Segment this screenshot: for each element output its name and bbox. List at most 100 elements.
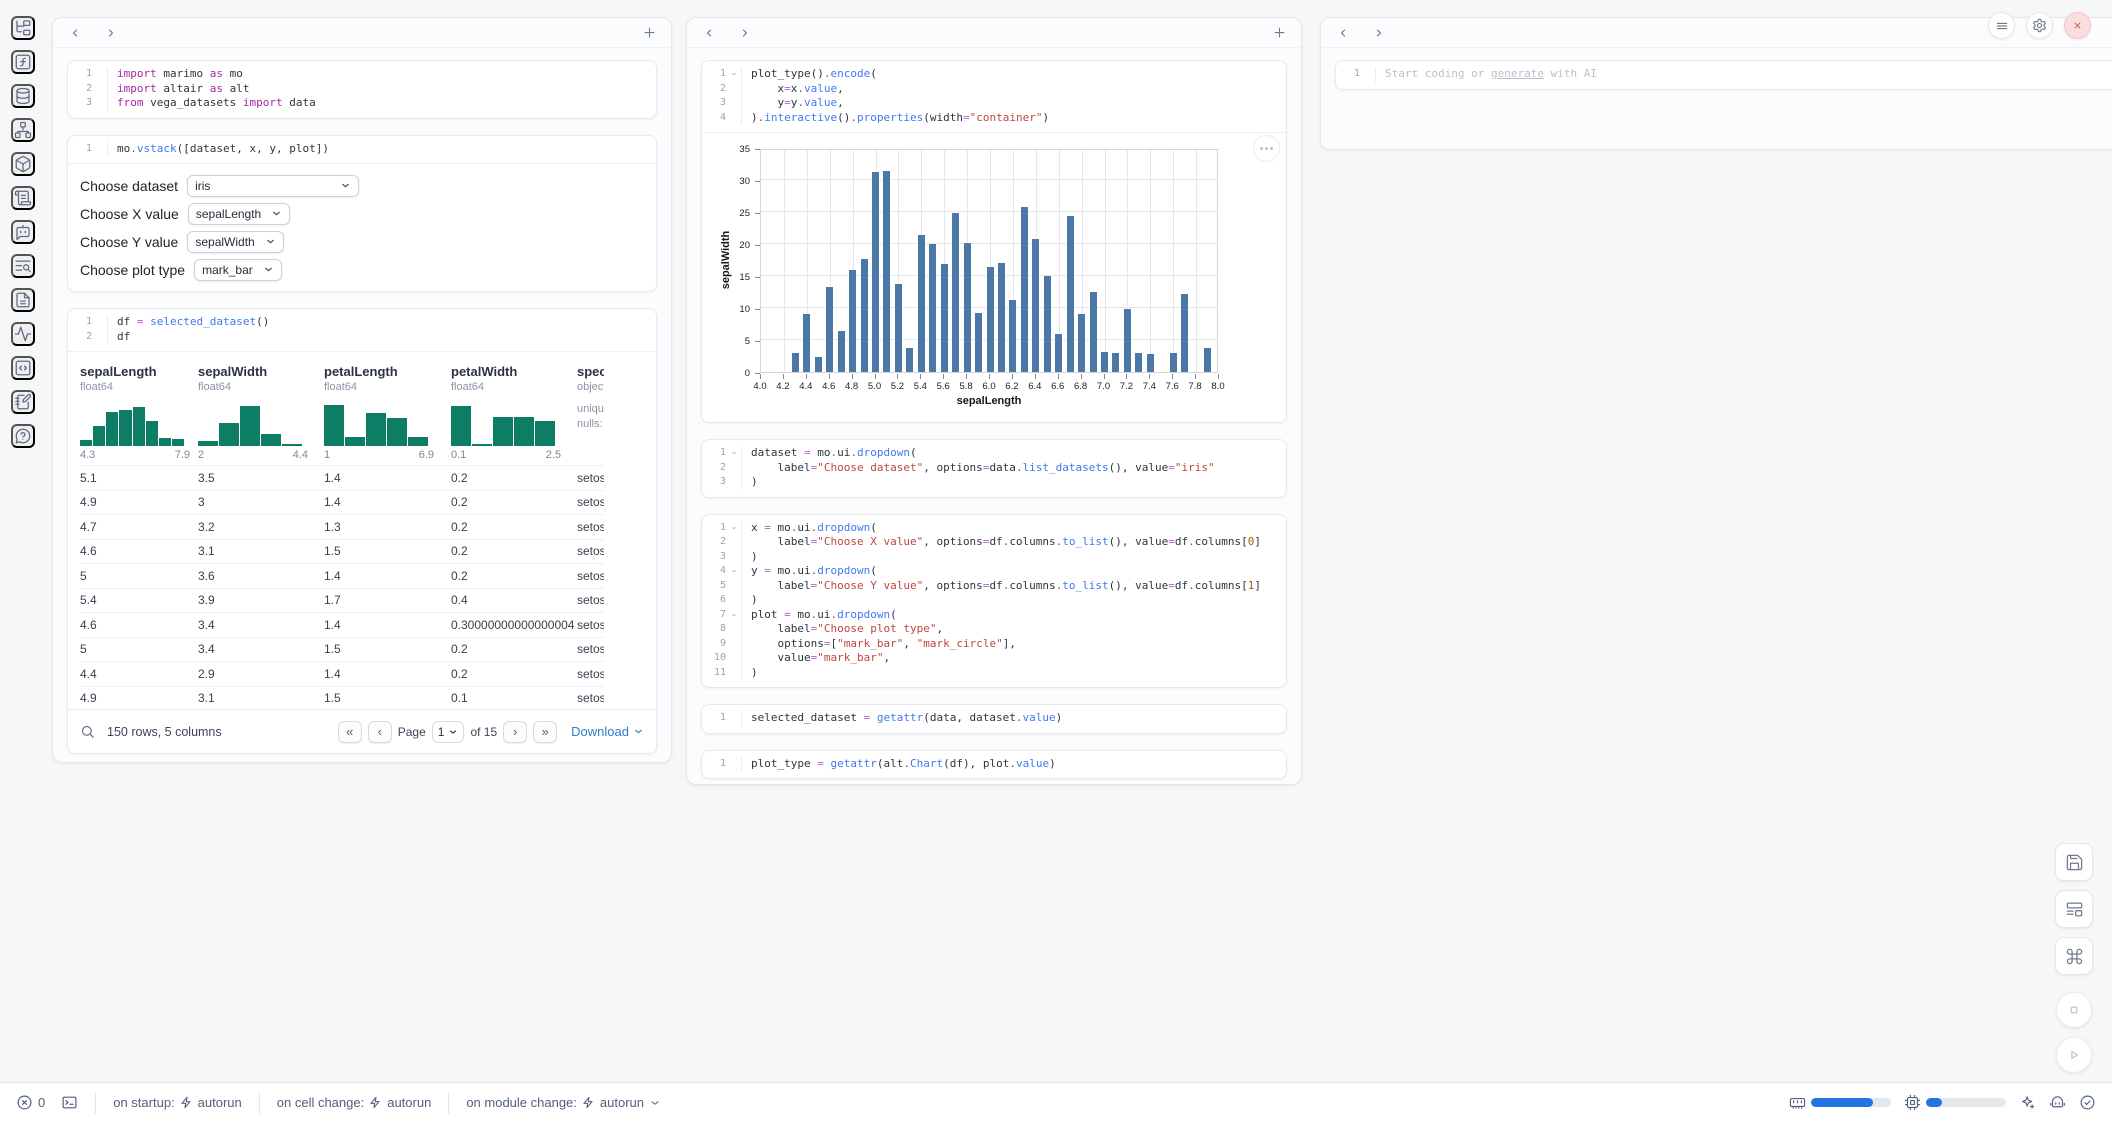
column-header-petalLength[interactable]: petalLengthfloat6416.9	[324, 362, 451, 465]
table-cell: 0.2	[451, 471, 577, 485]
column-move-left-button[interactable]	[65, 23, 85, 43]
sidebar-item-activity[interactable]	[11, 322, 35, 346]
copilot-button[interactable]	[2049, 1093, 2066, 1113]
command-icon	[2065, 947, 2084, 966]
histogram-bar	[198, 441, 218, 446]
y-value-dropdown[interactable]: sepalWidth	[187, 231, 283, 253]
column-header-sepalLength[interactable]: sepalLengthfloat644.37.9	[80, 362, 198, 465]
sidebar-item-file-tree[interactable]	[11, 16, 35, 40]
x-value-dropdown[interactable]: sepalLength	[188, 203, 290, 225]
sidebar-item-notebook-pen[interactable]	[11, 390, 35, 414]
chart-bar	[861, 259, 868, 372]
first-page-button[interactable]: «	[338, 721, 362, 743]
search-icon-button[interactable]	[80, 724, 95, 739]
code-text: plot_type = getattr(alt.Chart(df), plot.…	[741, 757, 1278, 772]
table-cell: setosa	[577, 667, 604, 681]
cell-empty-editor[interactable]: 1Start coding or generate with AI	[1336, 61, 2112, 89]
cell-dataframe-editor[interactable]: 1df = selected_dataset()2df	[68, 309, 656, 351]
cell-selected-dataset-editor[interactable]: 1selected_dataset = getattr(data, datase…	[702, 705, 1286, 733]
cell-plot-editor[interactable]: 1plot_type().encode(2 x=x.value,3 y=y.va…	[702, 61, 1286, 132]
close-icon	[2071, 19, 2084, 32]
column-move-left-button[interactable]	[1333, 23, 1353, 43]
column-header-petalWidth[interactable]: petalWidthfloat640.12.5	[451, 362, 577, 465]
save-button[interactable]	[2055, 843, 2093, 881]
sidebar-item-scroll[interactable]	[11, 186, 35, 210]
fold-marker[interactable]	[726, 67, 741, 82]
cell-xy-plot-dropdowns: 1x = mo.ui.dropdown(2 label="Choose X va…	[701, 514, 1287, 689]
x-tick-label: 8.0	[1203, 381, 1233, 392]
sidebar-item-help[interactable]	[11, 424, 35, 448]
table-cell: setosa	[577, 618, 604, 632]
run-all-button[interactable]	[2056, 1037, 2092, 1073]
add-cell-button[interactable]	[1269, 23, 1289, 43]
terminal-button[interactable]	[61, 1093, 78, 1113]
next-page-button[interactable]: ›	[503, 721, 527, 743]
cell-vstack-editor[interactable]: 1mo.vstack([dataset, x, y, plot])	[68, 136, 656, 164]
command-palette-button[interactable]	[2055, 937, 2093, 975]
sidebar-item-code-snippet[interactable]	[11, 356, 35, 380]
download-button[interactable]: Download	[571, 724, 644, 739]
cell-plot-type-editor[interactable]: 1plot_type = getattr(alt.Chart(df), plot…	[702, 751, 1286, 779]
chart-bar	[838, 331, 845, 372]
x-tick-mark	[1081, 374, 1082, 379]
column-move-right-button[interactable]	[101, 23, 121, 43]
table-cell: 0.2	[451, 495, 577, 509]
x-tick-mark	[966, 374, 967, 379]
chevron-right-icon	[104, 26, 118, 40]
chart-bar	[815, 357, 822, 372]
table-cell: 1.4	[324, 569, 451, 583]
sidebar-item-function-square[interactable]	[11, 50, 35, 74]
autorun-toggle-2[interactable]: on module change:autorun	[466, 1095, 661, 1110]
fold-marker[interactable]	[726, 521, 741, 536]
column-meta-line: unique:	[577, 402, 604, 417]
sidebar-item-list-search[interactable]	[11, 254, 35, 278]
code-line: 6)	[706, 593, 1278, 608]
shutdown-button[interactable]	[2064, 12, 2091, 39]
column-move-left-button[interactable]	[699, 23, 719, 43]
code-line: 1df = selected_dataset()	[72, 315, 648, 330]
notebook-menu-button[interactable]	[1988, 12, 2015, 39]
column-move-right-button[interactable]	[735, 23, 755, 43]
sidebar-item-package[interactable]	[11, 152, 35, 176]
code-line: 1dataset = mo.ui.dropdown(	[706, 446, 1278, 461]
column-header-sepalWidth[interactable]: sepalWidthfloat6424.4	[198, 362, 324, 465]
add-cell-button[interactable]	[639, 23, 659, 43]
fold-marker[interactable]	[726, 446, 741, 461]
ai-assistant-button[interactable]	[2019, 1093, 2036, 1113]
layout-toggle-button[interactable]	[2055, 890, 2093, 928]
chart-actions-menu-button[interactable]	[1253, 135, 1280, 162]
histogram-bar	[240, 406, 260, 446]
plot-type-dropdown[interactable]: mark_bar	[194, 259, 282, 281]
column-header-species[interactable]: speciesobjectunique:nulls:	[577, 362, 604, 465]
sidebar-item-document[interactable]	[11, 288, 35, 312]
histogram-max: 7.9	[175, 449, 190, 461]
stop-button[interactable]	[2056, 992, 2092, 1028]
sidebar-item-database[interactable]	[11, 84, 35, 108]
table-cell: 0.2	[451, 544, 577, 558]
sidebar-item-dependency-graph[interactable]	[11, 118, 35, 142]
code-line: 3)	[706, 475, 1278, 490]
generate-with-ai-link[interactable]: generate	[1491, 67, 1544, 80]
settings-button[interactable]	[2026, 12, 2053, 39]
table-cell: 3.6	[198, 569, 324, 583]
fold-marker[interactable]	[726, 608, 741, 623]
cell-dataset-dropdown-editor[interactable]: 1dataset = mo.ui.dropdown(2 label="Choos…	[702, 440, 1286, 497]
prev-page-button[interactable]: ‹	[368, 721, 392, 743]
x-gridline	[1173, 150, 1174, 372]
line-number: 1	[706, 711, 726, 726]
code-text: plot_type().encode(	[741, 67, 1278, 82]
chart-bar	[1090, 292, 1097, 372]
fold-marker[interactable]	[726, 564, 741, 579]
sidebar-item-chat-bot[interactable]	[11, 220, 35, 244]
cell-xy-plot-dropdowns-editor[interactable]: 1x = mo.ui.dropdown(2 label="Choose X va…	[702, 515, 1286, 688]
last-page-button[interactable]: »	[533, 721, 557, 743]
column-move-right-button[interactable]	[1369, 23, 1389, 43]
errors-indicator[interactable]: 0	[16, 1094, 45, 1111]
connection-status-button[interactable]	[2079, 1093, 2096, 1113]
page-select[interactable]: 1	[432, 721, 465, 743]
autorun-toggle-1[interactable]: on cell change:autorun	[277, 1095, 432, 1110]
dataset-dropdown[interactable]: iris	[187, 175, 359, 197]
y-value-label: Choose Y value	[80, 234, 178, 250]
cell-imports-editor[interactable]: 1import marimo as mo2import altair as al…	[68, 61, 656, 118]
autorun-toggle-0[interactable]: on startup:autorun	[113, 1095, 242, 1110]
